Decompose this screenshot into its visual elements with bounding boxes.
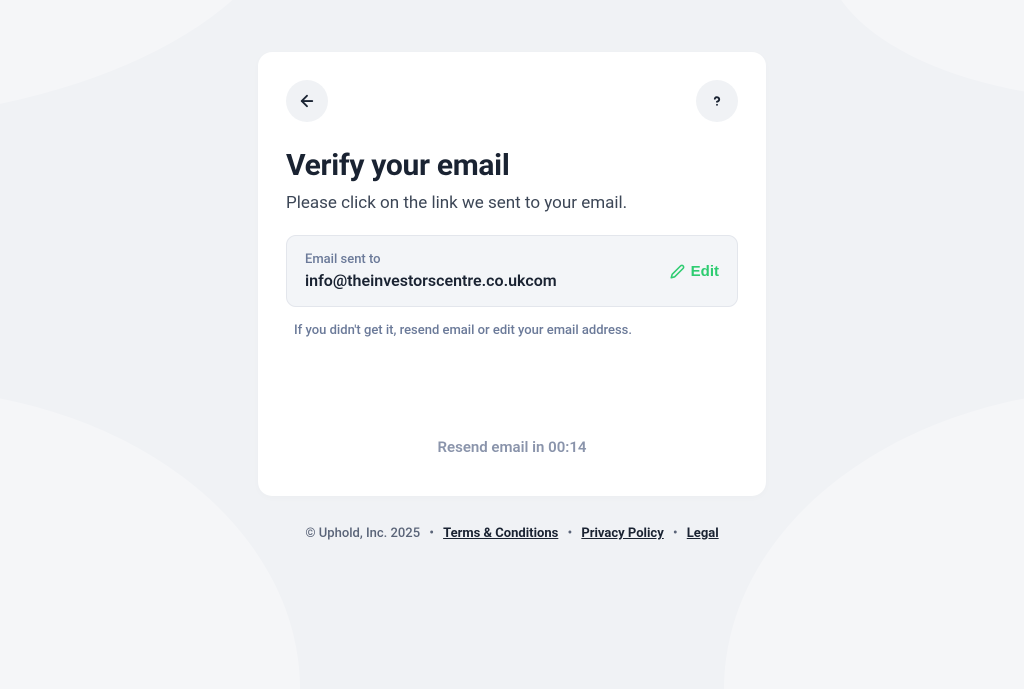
resend-countdown: Resend email in 00:14 <box>286 438 738 456</box>
back-button[interactable] <box>286 80 328 122</box>
verify-email-card: Verify your email Please click on the li… <box>258 52 766 496</box>
page-container: Verify your email Please click on the li… <box>0 0 1024 541</box>
terms-link[interactable]: Terms & Conditions <box>443 526 558 541</box>
page-title: Verify your email <box>286 148 738 183</box>
email-address: info@theinvestorscentre.co.ukcom <box>305 271 557 290</box>
email-info: Email sent to info@theinvestorscentre.co… <box>305 252 557 290</box>
pencil-icon <box>670 264 685 279</box>
email-sent-label: Email sent to <box>305 252 557 267</box>
footer: © Uphold, Inc. 2025 • Terms & Conditions… <box>305 526 718 541</box>
edit-email-button[interactable]: Edit <box>670 263 719 280</box>
privacy-link[interactable]: Privacy Policy <box>581 526 663 541</box>
question-mark-icon <box>708 92 726 110</box>
card-header <box>286 80 738 122</box>
email-box: Email sent to info@theinvestorscentre.co… <box>286 235 738 307</box>
separator: • <box>673 526 678 541</box>
separator: • <box>568 526 573 541</box>
resend-prefix: Resend email in <box>438 438 549 456</box>
page-subtitle: Please click on the link we sent to your… <box>286 193 738 213</box>
copyright-text: © Uphold, Inc. 2025 <box>305 526 420 541</box>
resend-time: 00:14 <box>548 438 586 456</box>
help-button[interactable] <box>696 80 738 122</box>
separator: • <box>429 526 434 541</box>
help-text: If you didn't get it, resend email or ed… <box>286 323 738 338</box>
arrow-left-icon <box>298 92 316 110</box>
legal-link[interactable]: Legal <box>687 526 719 541</box>
edit-label: Edit <box>691 263 719 280</box>
